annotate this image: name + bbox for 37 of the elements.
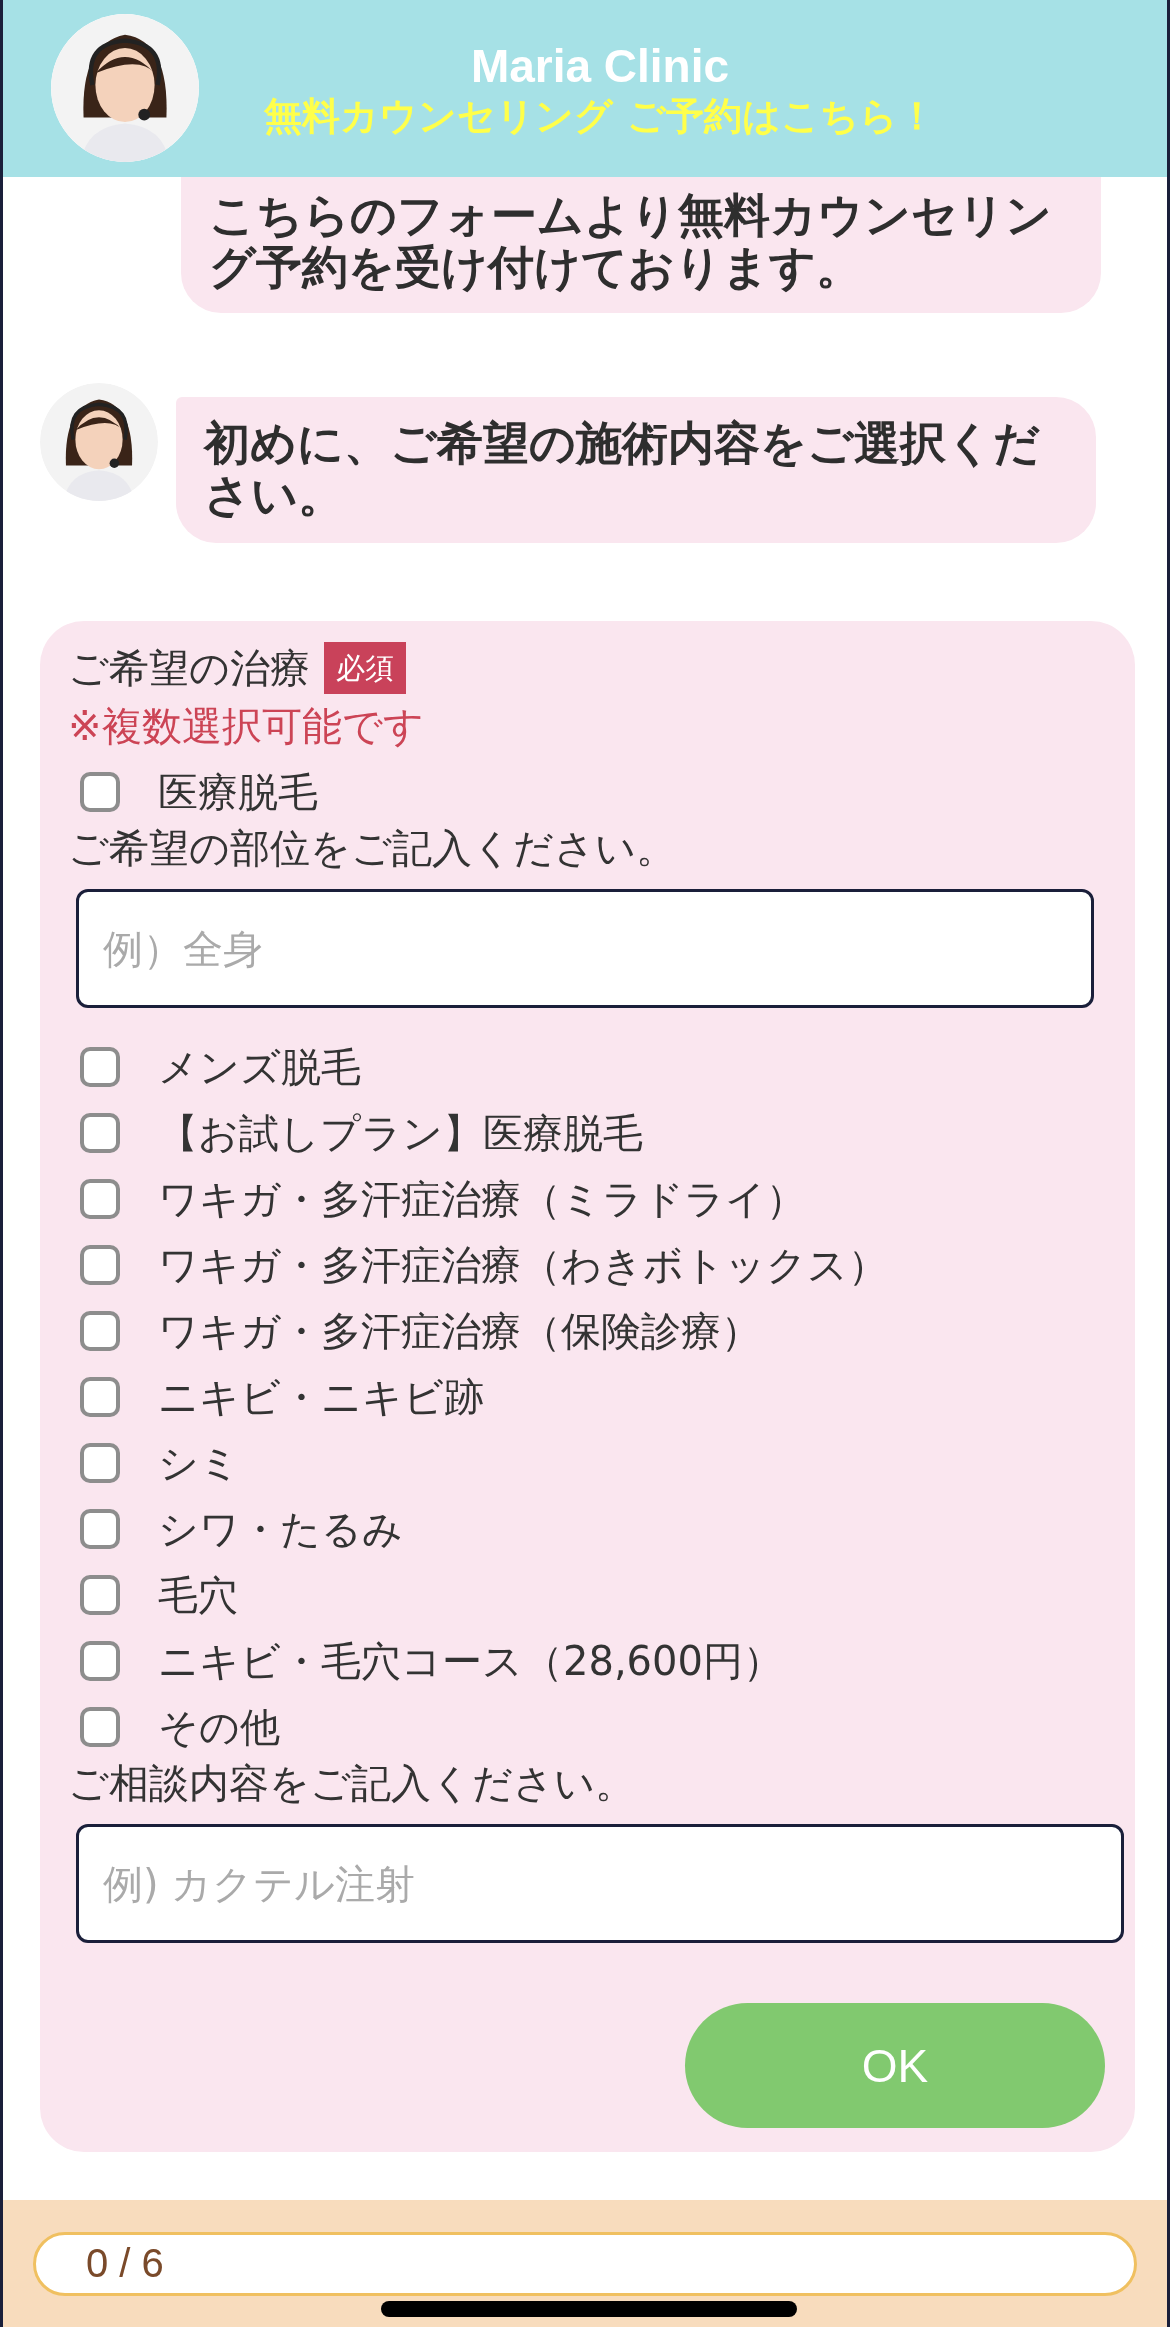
checkbox-label: 【お試しプラン】医療脱毛: [158, 1108, 643, 1158]
required-badge: 必須: [324, 642, 406, 694]
ok-button[interactable]: OK: [685, 2003, 1105, 2128]
checkbox[interactable]: [80, 1707, 120, 1747]
checkbox[interactable]: [80, 1443, 120, 1483]
field-label: ご希望の治療: [68, 644, 310, 693]
checkbox[interactable]: [80, 1245, 120, 1285]
field-prompt: ご希望の部位をご記入ください。: [68, 825, 677, 871]
checkbox[interactable]: [80, 1641, 120, 1681]
checkbox[interactable]: [80, 1377, 120, 1417]
checkbox[interactable]: [80, 1509, 120, 1549]
chat-bubble: こちらのフォームより無料カウンセリング予約を受け付けております。: [181, 177, 1101, 313]
input-field[interactable]: 例）全身: [76, 889, 1094, 1008]
checkbox[interactable]: [80, 1575, 120, 1615]
checkbox-label: シミ: [158, 1438, 240, 1488]
checkbox-label: ニキビ・毛穴コース（28,600円）: [158, 1636, 783, 1686]
header-subtitle: 無料カウンセリング ご予約はこちら！: [264, 92, 936, 139]
checkbox[interactable]: [80, 1047, 120, 1087]
field-prompt: ご相談内容をご記入ください。: [68, 1760, 636, 1806]
checkbox-label: ワキガ・多汗症治療（ミラドライ）: [158, 1174, 806, 1224]
checkbox-label: メンズ脱毛: [158, 1042, 361, 1092]
checkbox[interactable]: [80, 772, 120, 812]
clinic-title: Maria Clinic: [470, 38, 730, 93]
checkbox-label: ワキガ・多汗症治療（わきボトックス）: [158, 1240, 888, 1290]
input-field[interactable]: 例) カクテル注射: [76, 1824, 1124, 1943]
checkbox-label: ニキビ・ニキビ跡: [158, 1372, 484, 1422]
progress-counter: 0 / 6: [33, 2231, 1137, 2296]
checkbox-label: シワ・たるみ: [158, 1504, 403, 1554]
checkbox-label: その他: [158, 1702, 280, 1752]
checkbox-label: 医療脱毛: [158, 767, 318, 817]
checkbox-label: ワキガ・多汗症治療（保険診療）: [158, 1306, 761, 1356]
checkbox[interactable]: [80, 1311, 120, 1351]
checkbox-label: 毛穴: [158, 1570, 238, 1620]
chat-bubble: 初めに、ご希望の施術内容をご選択ください。: [176, 397, 1096, 543]
note-text: ※複数選択可能です: [68, 702, 425, 751]
checkbox[interactable]: [80, 1113, 120, 1153]
checkbox[interactable]: [80, 1179, 120, 1219]
